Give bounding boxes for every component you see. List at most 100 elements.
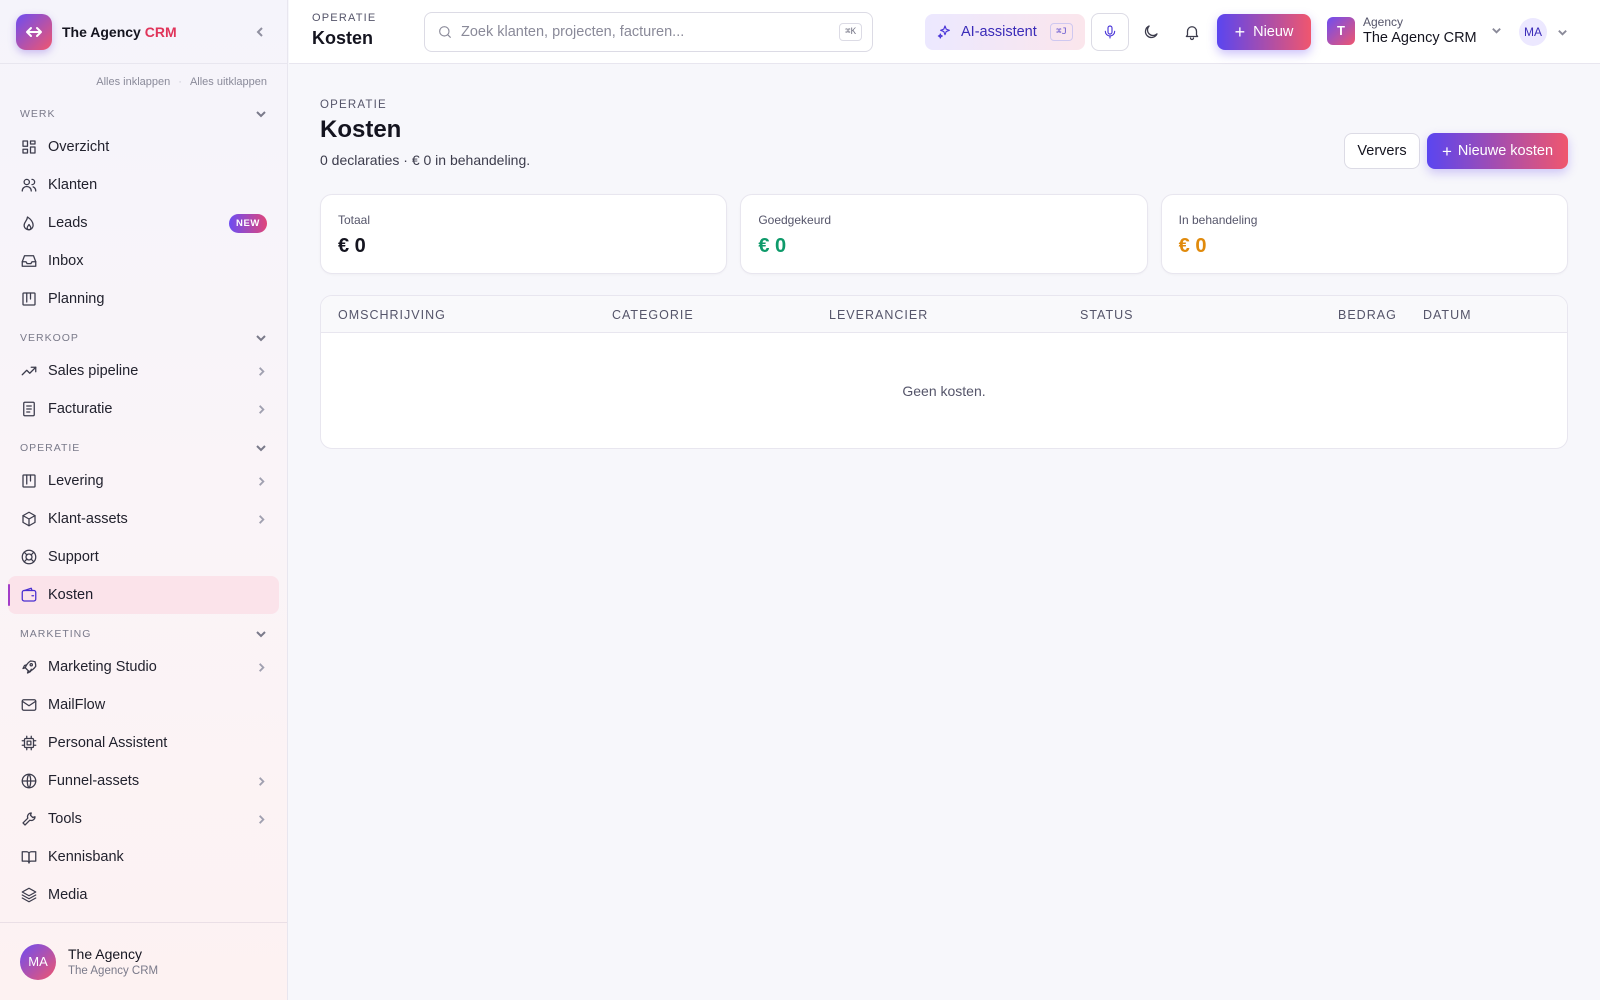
chevron-right-icon (259, 366, 265, 376)
sidebar-item-personal-assistent[interactable]: Personal Assistent (8, 724, 279, 762)
sidebar-item-label: Leads (48, 215, 88, 231)
sparkles-icon (937, 25, 950, 39)
sidebar-item-funnel-assets[interactable]: Funnel-assets (8, 762, 279, 800)
sidebar-item-media[interactable]: Media (8, 876, 279, 914)
collapse-all-link[interactable]: Alles inklappen (96, 76, 170, 94)
search-box[interactable]: ⌘K (424, 12, 873, 52)
sidebar-nav: WERK Overzicht Klanten Leads NEW Inbox Plannin… (0, 100, 287, 914)
sidebar-account[interactable]: MA The Agency The Agency CRM (0, 922, 287, 1000)
stats-row: Totaal € 0 Goedgekeurd € 0 In behandelin… (320, 194, 1568, 274)
breadcrumb: OPERATIE Kosten (312, 12, 376, 49)
workspace-switcher[interactable]: T Agency The Agency CRM (1327, 15, 1502, 46)
sidebar-item-support[interactable]: Support (8, 538, 279, 576)
chevron-right-icon (259, 814, 265, 824)
globe-icon (21, 773, 37, 789)
search-input[interactable] (461, 24, 840, 40)
section-header-marketing[interactable]: MARKETING (0, 620, 287, 648)
sidebar-item-label: Levering (48, 473, 104, 489)
invoice-icon (23, 401, 35, 417)
search-icon (439, 26, 451, 38)
cpu-icon (21, 735, 37, 751)
chevron-right-icon (259, 476, 265, 486)
chevron-down-icon (1491, 28, 1501, 34)
account-name: The Agency (68, 946, 142, 962)
sidebar-item-klant-assets[interactable]: Klant-assets (8, 500, 279, 538)
sidebar-item-label: Sales pipeline (48, 363, 139, 379)
account-sub: The Agency CRM (68, 965, 159, 977)
box-icon (22, 511, 36, 527)
notifications-button[interactable] (1176, 16, 1208, 48)
column-header-description[interactable]: OMSCHRIJVING (338, 308, 446, 322)
stat-value: € 0 (1178, 235, 1207, 257)
new-button[interactable]: + Nieuw (1217, 14, 1311, 50)
column-header-category[interactable]: CATEGORIE (612, 308, 694, 322)
rocket-icon (22, 660, 37, 674)
sidebar-item-marketing-studio[interactable]: Marketing Studio (8, 648, 279, 686)
mail-icon (21, 699, 37, 711)
bell-icon (1185, 26, 1199, 41)
sidebar-item-planning[interactable]: Planning (8, 280, 279, 318)
sidebar-item-label: Klant-assets (48, 511, 128, 527)
sidebar-item-overzicht[interactable]: Overzicht (8, 128, 279, 166)
plus-icon: + (1441, 141, 1452, 161)
sidebar-item-kennisbank[interactable]: Kennisbank (8, 838, 279, 876)
app-name: The Agency CRM (62, 23, 177, 40)
brand: The Agency CRM (0, 0, 287, 64)
column-header-supplier[interactable]: LEVERANCIER (829, 308, 928, 322)
kanban-icon (22, 292, 36, 306)
voice-button[interactable] (1091, 13, 1129, 51)
sidebar-item-levering[interactable]: Levering (8, 462, 279, 500)
expenses-table: OMSCHRIJVING CATEGORIE LEVERANCIER STATU… (320, 295, 1568, 449)
microphone-icon (1104, 25, 1116, 39)
workspace-type: Agency (1363, 15, 1404, 29)
table-header: OMSCHRIJVING CATEGORIE LEVERANCIER STATU… (321, 296, 1567, 333)
column-header-amount[interactable]: BEDRAG (1338, 308, 1397, 322)
breadcrumb-section: OPERATIE (312, 12, 377, 24)
sidebar-item-mailflow[interactable]: MailFlow (8, 686, 279, 724)
sidebar-item-facturatie[interactable]: Facturatie (8, 390, 279, 428)
section-header-verkoop[interactable]: VERKOOP (0, 324, 287, 352)
app-logo[interactable] (16, 13, 52, 50)
ai-assistant-button[interactable]: AI-assistent ⌘J (925, 14, 1085, 50)
chevron-right-icon (259, 404, 265, 414)
avatar: MA (20, 943, 56, 980)
sidebar-item-label: Funnel-assets (48, 773, 140, 789)
expand-links: Alles inklappen · Alles uitklappen (0, 64, 287, 94)
user-avatar: MA (1519, 18, 1547, 46)
sidebar-item-label: Inbox (48, 253, 84, 269)
sidebar-item-leads[interactable]: Leads NEW (8, 204, 279, 242)
page-section: OPERATIE (320, 99, 387, 111)
breadcrumb-title: Kosten (312, 28, 374, 48)
column-header-date[interactable]: DATUM (1423, 308, 1472, 322)
new-badge: NEW (229, 213, 267, 233)
stat-value: € 0 (338, 235, 366, 257)
lifebuoy-icon (21, 549, 37, 565)
trending-up-icon (21, 366, 37, 376)
user-menu[interactable]: MA (1519, 18, 1568, 46)
column-header-status[interactable]: STATUS (1080, 308, 1133, 322)
refresh-button[interactable]: Ververs (1344, 133, 1420, 169)
layers-icon (21, 887, 37, 903)
sidebar-item-label: Planning (48, 291, 105, 307)
stat-card-pending: In behandeling € 0 (1160, 194, 1568, 274)
stat-card-total: Totaal € 0 (320, 194, 728, 274)
sidebar-item-kosten[interactable]: Kosten (8, 576, 279, 614)
expand-all-link[interactable]: Alles uitklappen (190, 76, 267, 94)
sidebar-item-label: Personal Assistent (48, 735, 168, 751)
sidebar-item-label: MailFlow (48, 697, 106, 713)
theme-toggle-button[interactable] (1135, 16, 1167, 48)
sidebar-item-sales-pipeline[interactable]: Sales pipeline (8, 352, 279, 390)
chevron-left-icon (256, 26, 263, 37)
moon-icon (1144, 25, 1158, 39)
sidebar-item-inbox[interactable]: Inbox (8, 242, 279, 280)
chevron-down-icon (256, 631, 266, 638)
sidebar-item-tools[interactable]: Tools (8, 800, 279, 838)
sidebar-item-label: Support (48, 549, 99, 565)
sidebar-item-klanten[interactable]: Klanten (8, 166, 279, 204)
collapse-sidebar-button[interactable] (249, 21, 271, 43)
new-expense-button[interactable]: + Nieuwe kosten (1427, 133, 1568, 169)
section-header-werk[interactable]: WERK (0, 100, 287, 128)
section-header-operatie[interactable]: OPERATIE (0, 434, 287, 462)
wallet-icon (21, 587, 37, 602)
flame-icon (23, 216, 34, 231)
